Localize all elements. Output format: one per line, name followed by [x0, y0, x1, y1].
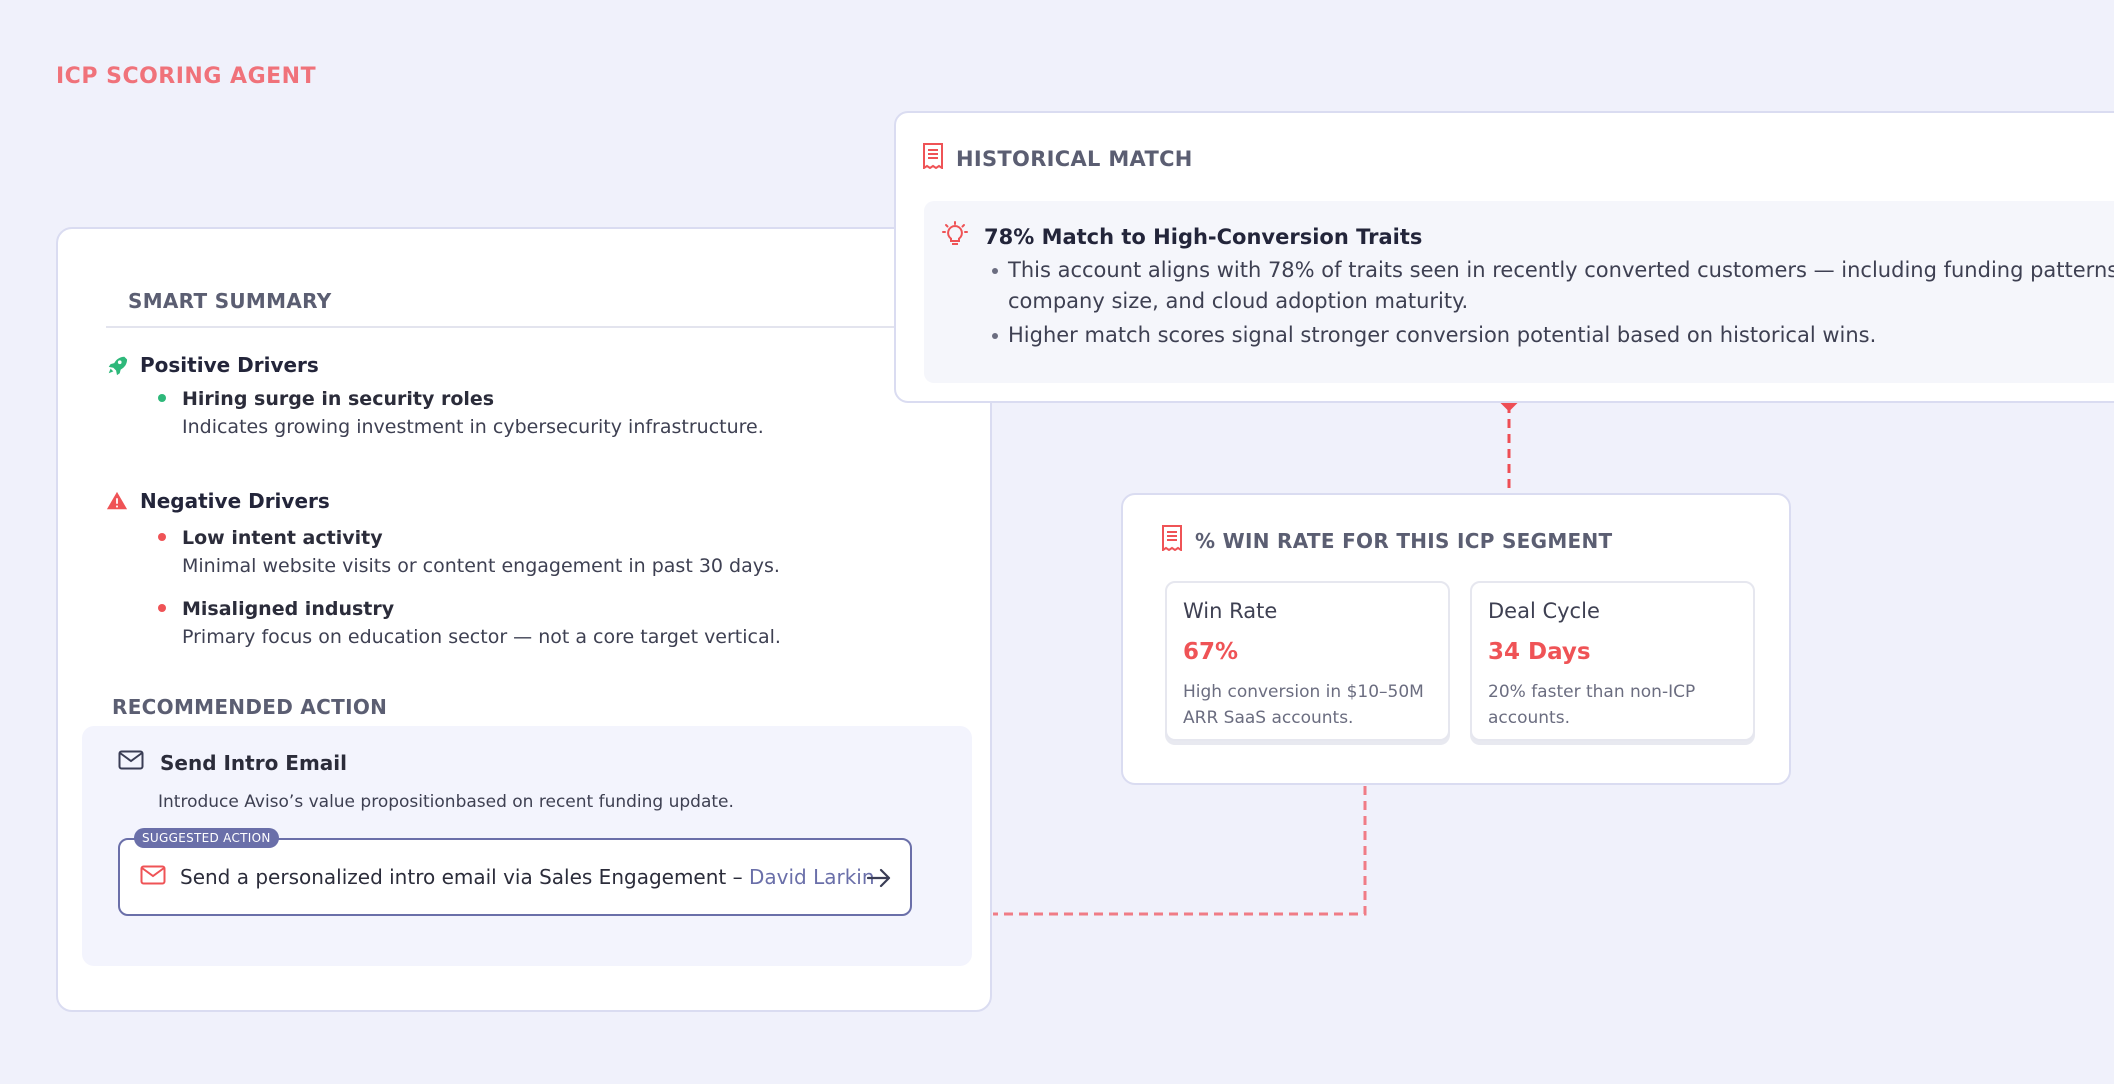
mail-icon [140, 865, 166, 889]
rocket-icon [106, 354, 128, 376]
historical-match-label: HISTORICAL MATCH [956, 146, 1193, 171]
driver-title: Misaligned industry [182, 598, 395, 620]
bullet-dot [158, 394, 166, 402]
recommended-action-heading: RECOMMENDED ACTION [112, 695, 388, 719]
receipt-icon [922, 143, 944, 174]
smart-summary-heading: SMART SUMMARY [128, 289, 332, 313]
recommended-action-description: Introduce Aviso’s value propositionbased… [158, 792, 734, 812]
metric-note: High conversion in $10–50M ARR SaaS acco… [1183, 682, 1424, 728]
historical-match-card: HISTORICAL MATCH 78% Match to High-Conve… [894, 111, 2114, 403]
suggested-action-card[interactable]: SUGGESTED ACTION Send a personalized int… [118, 828, 912, 916]
negative-drivers-title: Negative Drivers [106, 489, 330, 513]
win-rate-label: % WIN RATE FOR THIS ICP SEGMENT [1195, 528, 1613, 553]
driver-description: Primary focus on education sector — not … [182, 626, 781, 648]
divider [106, 326, 994, 328]
historical-match-title: 78% Match to High-Conversion Traits [940, 221, 1422, 252]
metric-value: 34 Days [1488, 639, 1591, 665]
driver-title: Low intent activity [182, 527, 383, 549]
bullet-dot [158, 604, 166, 612]
contact-link[interactable]: David Larkin [749, 865, 875, 889]
list-item: Misaligned industry Primary focus on edu… [158, 595, 781, 651]
metric-deal-cycle: Deal Cycle 34 Days 20% faster than non-I… [1470, 581, 1755, 741]
page-title: ICP SCORING AGENT [56, 64, 317, 89]
metric-label: Deal Cycle [1488, 599, 1600, 623]
positive-drivers-label: Positive Drivers [140, 353, 319, 377]
driver-description: Indicates growing investment in cybersec… [182, 416, 764, 438]
arrow-right-icon[interactable] [866, 866, 892, 890]
historical-match-title-text: 78% Match to High-Conversion Traits [984, 224, 1423, 249]
suggested-action-message: Send a personalized intro email via Sale… [180, 865, 743, 889]
suggested-action-text: Send a personalized intro email via Sale… [180, 865, 875, 889]
driver-description: Minimal website visits or content engage… [182, 555, 780, 577]
mail-icon [118, 750, 144, 775]
bullet-dot [158, 533, 166, 541]
historical-match-bullets: This account aligns with 78% of traits s… [992, 255, 2114, 354]
metric-note: 20% faster than non-ICP accounts. [1488, 682, 1696, 728]
lightbulb-icon [940, 221, 970, 252]
historical-match-heading: HISTORICAL MATCH [922, 143, 1193, 174]
list-item: This account aligns with 78% of traits s… [992, 255, 2114, 317]
driver-title: Hiring surge in security roles [182, 388, 495, 410]
win-rate-card: % WIN RATE FOR THIS ICP SEGMENT Win Rate… [1121, 493, 1791, 785]
smart-summary-card: SMART SUMMARY Positive Drivers Hiring su… [56, 227, 994, 1012]
metric-win-rate: Win Rate 67% High conversion in $10–50M … [1165, 581, 1450, 741]
metric-label: Win Rate [1183, 599, 1278, 623]
page: ICP SCORING AGENT SMART SUMMARY Positive… [0, 0, 2114, 1084]
win-rate-heading: % WIN RATE FOR THIS ICP SEGMENT [1161, 525, 1612, 556]
list-item: Hiring surge in security roles Indicates… [158, 385, 764, 441]
recommended-action-panel: Send Intro Email Introduce Aviso’s value… [82, 726, 972, 966]
list-item: Low intent activity Minimal website visi… [158, 524, 780, 580]
historical-match-panel: 78% Match to High-Conversion Traits This… [924, 201, 2114, 383]
warning-icon [106, 490, 128, 512]
list-item: Higher match scores signal stronger conv… [992, 320, 2114, 351]
positive-drivers-title: Positive Drivers [106, 353, 319, 377]
negative-drivers-label: Negative Drivers [140, 489, 330, 513]
receipt-icon [1161, 525, 1183, 556]
recommended-action-label: Send Intro Email [160, 750, 348, 775]
connector-win-to-summary [993, 786, 1367, 916]
recommended-action-title: Send Intro Email [118, 750, 347, 775]
metric-value: 67% [1183, 639, 1239, 665]
suggested-action-badge: SUGGESTED ACTION [134, 828, 279, 848]
